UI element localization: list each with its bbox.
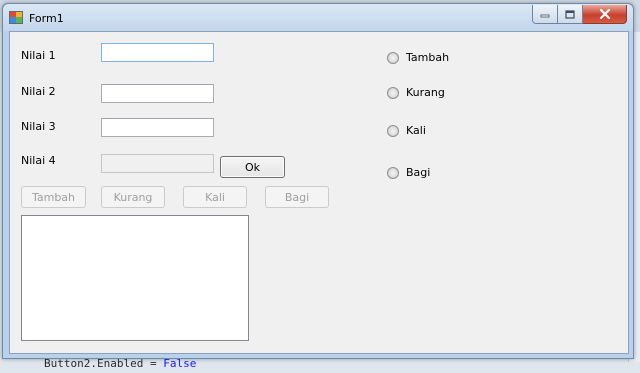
minimize-button[interactable] [532, 5, 558, 24]
maximize-button[interactable] [558, 5, 583, 24]
label-nilai-1: Nilai 1 [21, 49, 56, 62]
radio-label: Kurang [406, 86, 445, 99]
kali-button[interactable]: Kali [183, 186, 247, 208]
textbox-nilai-1[interactable] [101, 43, 214, 62]
title-bar[interactable]: Form1 [3, 4, 633, 31]
radio-label: Bagi [406, 166, 431, 179]
radio-circle-icon [387, 124, 399, 137]
radio-label: Kali [406, 124, 426, 137]
minimize-icon [540, 14, 550, 18]
maximize-icon [565, 9, 575, 19]
winforms-app-icon[interactable] [9, 11, 23, 24]
result-listbox[interactable] [21, 215, 249, 341]
radio-bagi[interactable]: Bagi [387, 166, 430, 179]
close-button[interactable] [583, 5, 627, 24]
ok-button[interactable]: Ok [220, 156, 285, 178]
label-nilai-3: Nilai 3 [21, 120, 56, 133]
textbox-nilai-4[interactable] [101, 154, 214, 173]
caption-buttons [532, 5, 627, 24]
radio-circle-icon [387, 51, 399, 64]
window-title: Form1 [29, 12, 64, 25]
radio-circle-icon [387, 86, 399, 99]
radio-kali[interactable]: Kali [387, 124, 426, 137]
close-icon [599, 9, 610, 19]
bagi-button[interactable]: Bagi [265, 186, 329, 208]
radio-circle-icon [387, 166, 399, 179]
textbox-nilai-3[interactable] [101, 118, 214, 137]
radio-kurang[interactable]: Kurang [387, 86, 445, 99]
radio-tambah[interactable]: Tambah [387, 51, 449, 64]
kurang-button[interactable]: Kurang [101, 186, 165, 208]
label-nilai-4: Nilai 4 [21, 154, 56, 167]
textbox-nilai-2[interactable] [101, 84, 214, 103]
label-nilai-2: Nilai 2 [21, 85, 56, 98]
radio-label: Tambah [406, 51, 450, 64]
tambah-button[interactable]: Tambah [21, 186, 86, 208]
